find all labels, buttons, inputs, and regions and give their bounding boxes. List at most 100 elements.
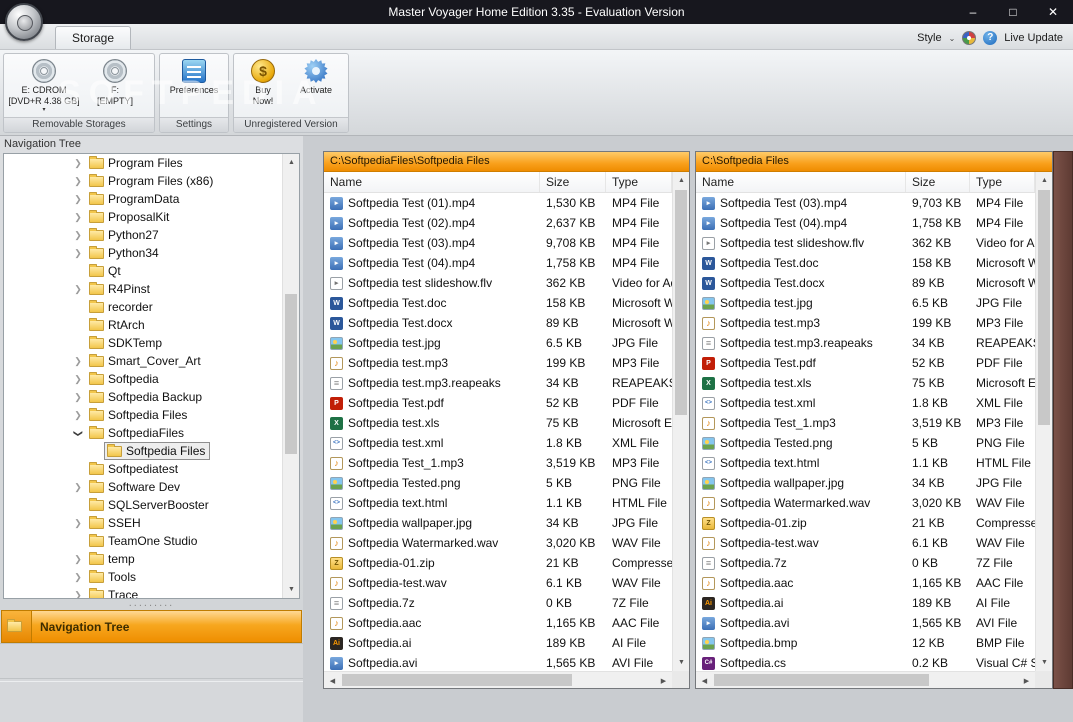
column-name[interactable]: Name xyxy=(324,172,540,192)
tree-item[interactable]: Python34 xyxy=(4,244,282,262)
file-row[interactable]: Softpedia Test (01).mp4 1,530 KB MP4 Fil… xyxy=(324,193,672,213)
expander-icon[interactable] xyxy=(70,590,86,599)
expander-icon[interactable] xyxy=(70,554,86,565)
file-row[interactable]: Softpedia Test.doc 158 KB Microsoft Word… xyxy=(324,293,672,313)
file-row[interactable]: Softpedia test.xls 75 KB Microsoft Excel… xyxy=(696,373,1035,393)
file-row[interactable]: Softpedia Watermarked.wav 3,020 KB WAV F… xyxy=(324,533,672,553)
file-row[interactable]: Softpedia.7z 0 KB 7Z File xyxy=(696,553,1035,573)
scroll-up-button[interactable] xyxy=(283,154,299,171)
splitter-grip[interactable]: ......... xyxy=(0,598,303,610)
expander-icon[interactable] xyxy=(70,572,86,583)
file-row[interactable]: Softpedia Test.pdf 52 KB PDF File xyxy=(324,393,672,413)
expander-icon[interactable] xyxy=(70,410,86,421)
preferences-button[interactable]: Preferences xyxy=(162,56,226,96)
file-row[interactable]: Softpedia Test_1.mp3 3,519 KB MP3 File xyxy=(696,413,1035,433)
tree-item[interactable]: SSEH xyxy=(4,514,282,532)
expander-icon[interactable] xyxy=(70,518,86,529)
file-row[interactable]: Softpedia test.jpg 6.5 KB JPG File xyxy=(696,293,1035,313)
style-dropdown[interactable]: Style xyxy=(917,32,941,44)
file-row[interactable]: Softpedia.aac 1,165 KB AAC File xyxy=(324,613,672,633)
tree-vertical-scrollbar[interactable] xyxy=(282,154,299,598)
tree-item[interactable]: Tools xyxy=(4,568,282,586)
tree-item[interactable]: SoftpediaFiles xyxy=(4,424,282,442)
tree-item[interactable]: Software Dev xyxy=(4,478,282,496)
expander-icon[interactable] xyxy=(70,212,86,223)
column-type[interactable]: Type xyxy=(606,172,672,192)
file-row[interactable]: Softpedia test.xls 75 KB Microsoft Excel… xyxy=(324,413,672,433)
activate-button[interactable]: Activate xyxy=(288,56,344,96)
file-row[interactable]: Softpedia test.jpg 6.5 KB JPG File xyxy=(324,333,672,353)
vertical-scrollbar[interactable] xyxy=(1035,172,1052,671)
file-row[interactable]: Softpedia Test (04).mp4 1,758 KB MP4 Fil… xyxy=(324,253,672,273)
scrollbar-thumb[interactable] xyxy=(342,674,572,686)
help-icon[interactable]: ? xyxy=(983,31,998,45)
close-button[interactable]: ✕ xyxy=(1033,0,1073,24)
expander-icon[interactable] xyxy=(70,482,86,493)
tree-item[interactable]: Softpedia xyxy=(4,370,282,388)
scroll-right-button[interactable] xyxy=(655,672,672,689)
drive-e-button[interactable]: E: CDROM [DVD+R 4.38 GB] ▾ xyxy=(6,56,82,113)
file-row[interactable]: Softpedia test slideshow.flv 362 KB Vide… xyxy=(324,273,672,293)
expander-icon[interactable] xyxy=(70,176,86,187)
file-row[interactable]: Softpedia test.mp3 199 KB MP3 File xyxy=(696,313,1035,333)
file-row[interactable]: Softpedia Test (04).mp4 1,758 KB MP4 Fil… xyxy=(696,213,1035,233)
scroll-up-button[interactable] xyxy=(1036,172,1053,189)
horizontal-scrollbar[interactable] xyxy=(696,671,1035,688)
minimize-button[interactable]: – xyxy=(953,0,993,24)
file-row[interactable]: Softpedia test slideshow.flv 362 KB Vide… xyxy=(696,233,1035,253)
file-row[interactable]: Softpedia Test (02).mp4 2,637 KB MP4 Fil… xyxy=(324,213,672,233)
file-row[interactable]: Softpedia.avi 1,565 KB AVI File xyxy=(696,613,1035,633)
tree-item[interactable]: temp xyxy=(4,550,282,568)
live-update-button[interactable]: Live Update xyxy=(1004,32,1063,44)
tree-item[interactable]: R4Pinst xyxy=(4,280,282,298)
drive-f-button[interactable]: F: [EMPTY] xyxy=(82,56,148,107)
maximize-button[interactable]: □ xyxy=(993,0,1033,24)
horizontal-scrollbar[interactable] xyxy=(324,671,672,688)
expander-icon[interactable] xyxy=(70,428,86,439)
tree-item[interactable]: Softpediatest xyxy=(4,460,282,478)
tree-item[interactable]: recorder xyxy=(4,298,282,316)
file-row[interactable]: Softpedia-01.zip 21 KB Compressed (zippe… xyxy=(696,513,1035,533)
file-row[interactable]: Softpedia.aac 1,165 KB AAC File xyxy=(696,573,1035,593)
scroll-right-button[interactable] xyxy=(1018,672,1035,689)
file-row[interactable]: Softpedia.cs 0.2 KB Visual C# Source fil… xyxy=(696,653,1035,671)
tree-item[interactable]: Softpedia Files xyxy=(4,406,282,424)
tree-item[interactable]: Program Files (x86) xyxy=(4,172,282,190)
column-name[interactable]: Name xyxy=(696,172,906,192)
file-row[interactable]: Softpedia Test.doc 158 KB Microsoft Word… xyxy=(696,253,1035,273)
scroll-down-button[interactable] xyxy=(673,654,690,671)
app-menu-button[interactable] xyxy=(5,3,43,41)
file-row[interactable]: Softpedia.ai 189 KB AI File xyxy=(324,633,672,653)
scroll-down-button[interactable] xyxy=(1036,654,1053,671)
tree-item[interactable]: ProposalKit xyxy=(4,208,282,226)
tree-item[interactable]: ProgramData xyxy=(4,190,282,208)
file-row[interactable]: Softpedia wallpaper.jpg 34 KB JPG File xyxy=(324,513,672,533)
tree-item[interactable]: Program Files xyxy=(4,154,282,172)
tree-item[interactable]: Trace xyxy=(4,586,282,598)
column-type[interactable]: Type xyxy=(970,172,1035,192)
tree-item[interactable]: Qt xyxy=(4,262,282,280)
file-row[interactable]: Softpedia test.mp3.reapeaks 34 KB REAPEA… xyxy=(696,333,1035,353)
scrollbar-thumb[interactable] xyxy=(1038,190,1050,425)
scrollbar-thumb[interactable] xyxy=(285,294,297,454)
scroll-down-button[interactable] xyxy=(283,581,299,598)
file-row[interactable]: Softpedia.avi 1,565 KB AVI File xyxy=(324,653,672,671)
file-row[interactable]: Softpedia text.html 1.1 KB HTML File xyxy=(324,493,672,513)
navigation-tree-bar[interactable]: Navigation Tree xyxy=(1,610,302,643)
expander-icon[interactable] xyxy=(70,230,86,241)
file-row[interactable]: Softpedia Test (03).mp4 9,703 KB MP4 Fil… xyxy=(696,193,1035,213)
file-row[interactable]: Softpedia Watermarked.wav 3,020 KB WAV F… xyxy=(696,493,1035,513)
tab-storage[interactable]: Storage xyxy=(55,26,132,49)
column-size[interactable]: Size xyxy=(540,172,606,192)
file-row[interactable]: Softpedia Test.pdf 52 KB PDF File xyxy=(696,353,1035,373)
file-row[interactable]: Softpedia.ai 189 KB AI File xyxy=(696,593,1035,613)
column-size[interactable]: Size xyxy=(906,172,970,192)
file-row[interactable]: Softpedia text.html 1.1 KB HTML File xyxy=(696,453,1035,473)
scroll-left-button[interactable] xyxy=(696,672,713,689)
file-row[interactable]: Softpedia Test.docx 89 KB Microsoft Word… xyxy=(696,273,1035,293)
tree-item[interactable]: Softpedia Files xyxy=(4,442,282,460)
file-row[interactable]: Softpedia-test.wav 6.1 KB WAV File xyxy=(324,573,672,593)
tree-item[interactable]: TeamOne Studio xyxy=(4,532,282,550)
vertical-scrollbar[interactable] xyxy=(672,172,689,671)
file-row[interactable]: Softpedia Tested.png 5 KB PNG File xyxy=(324,473,672,493)
